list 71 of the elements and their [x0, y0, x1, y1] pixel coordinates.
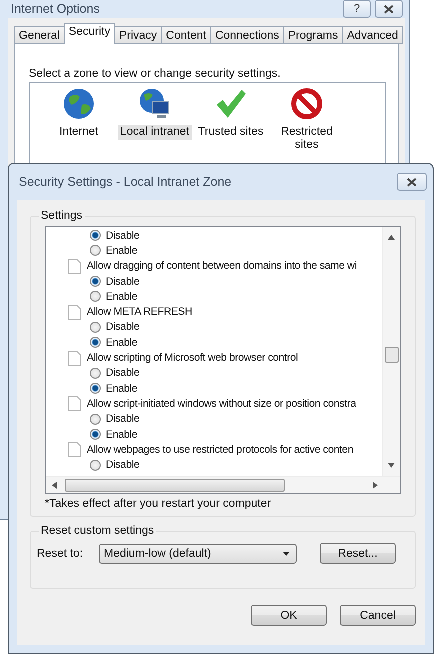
close-icon — [407, 178, 417, 186]
scroll-thumb[interactable] — [384, 347, 398, 363]
option-label: Disable — [106, 321, 140, 334]
option-label: Enable — [106, 336, 138, 349]
prompt-text: Select a zone to view or change security settings. — [29, 68, 282, 80]
up-arrow-icon[interactable] — [388, 235, 395, 240]
option-label: Disable — [106, 413, 140, 426]
option-label: Disable — [106, 367, 140, 380]
option-label: Disable — [106, 459, 140, 472]
window-title: Internet Options — [11, 2, 101, 16]
setting-label: Allow META REFRESH — [87, 306, 192, 318]
option-label: Enable — [106, 382, 138, 395]
close-icon — [384, 4, 394, 14]
setting-label: Allow dragging of content between domains into the same wi — [87, 260, 357, 272]
document-icon — [68, 304, 81, 320]
dialog-title: Security Settings - Local Intranet Zone — [19, 175, 233, 189]
setting-label: Allow scripting of Microsoft web browser control — [87, 352, 298, 364]
close-button[interactable] — [375, 0, 403, 18]
radio-button[interactable] — [90, 337, 101, 348]
tab[interactable]: Privacy — [114, 26, 162, 44]
option-label: Disable — [106, 230, 140, 242]
tab[interactable]: Connections — [210, 26, 284, 44]
group-label: Settings — [40, 210, 84, 222]
reset-level-dropdown[interactable]: Medium-low (default) — [99, 544, 297, 564]
horizontal-scrollbar[interactable] — [46, 476, 400, 493]
scroll-thumb[interactable] — [65, 478, 285, 492]
tab[interactable]: Programs — [283, 26, 344, 44]
note-text: *Takes effect after you restart your computer — [45, 498, 272, 510]
dropdown-arrow-icon — [283, 552, 290, 556]
option-label: Enable — [106, 290, 138, 303]
help-button[interactable]: ? — [343, 0, 371, 18]
radio-button[interactable] — [90, 245, 101, 256]
ok-button[interactable]: OK — [251, 605, 327, 626]
option-label: Disable — [106, 276, 140, 288]
radio-button[interactable] — [90, 383, 101, 394]
document-icon — [68, 258, 81, 274]
group-label: Reset custom settings — [40, 525, 156, 537]
close-button[interactable] — [397, 173, 427, 191]
radio-button[interactable] — [90, 322, 101, 333]
radio-button[interactable] — [90, 429, 101, 440]
document-icon — [68, 350, 81, 366]
option-label: Enable — [106, 428, 138, 440]
tab[interactable]: Advanced — [342, 26, 404, 44]
setting-label: Allow script-initiated windows without size or position constra — [87, 398, 356, 410]
tab[interactable]: General — [14, 26, 65, 44]
radio-button[interactable] — [90, 460, 101, 471]
zone-item[interactable]: Trusted sites — [196, 125, 266, 140]
globe-icon — [62, 87, 96, 121]
reset-to-label: Reset to: — [37, 548, 84, 560]
document-icon — [68, 442, 81, 458]
vertical-scrollbar[interactable] — [382, 227, 400, 476]
right-arrow-icon[interactable] — [373, 482, 378, 488]
no-entry-icon — [290, 87, 324, 121]
cancel-button[interactable]: Cancel — [340, 605, 416, 626]
zone-item[interactable]: Restricted sites — [270, 125, 344, 153]
down-arrow-icon[interactable] — [388, 463, 395, 468]
zone-item[interactable]: Local intranet — [118, 125, 192, 140]
tab[interactable]: Security — [64, 23, 116, 44]
left-arrow-icon[interactable] — [52, 482, 57, 488]
globe-computer-icon — [138, 87, 172, 121]
radio-button[interactable] — [90, 291, 101, 302]
radio-button[interactable] — [90, 414, 101, 425]
reset-button[interactable]: Reset... — [320, 543, 396, 564]
zone-item[interactable]: Internet — [58, 125, 100, 140]
option-label: Enable — [106, 244, 138, 257]
radio-button[interactable] — [90, 230, 101, 242]
tab[interactable]: Content — [161, 26, 212, 44]
radio-button[interactable] — [90, 368, 101, 379]
setting-label: Allow webpages to use restricted protocols for active conten — [87, 444, 354, 456]
radio-button[interactable] — [90, 276, 101, 288]
document-icon — [68, 396, 81, 412]
